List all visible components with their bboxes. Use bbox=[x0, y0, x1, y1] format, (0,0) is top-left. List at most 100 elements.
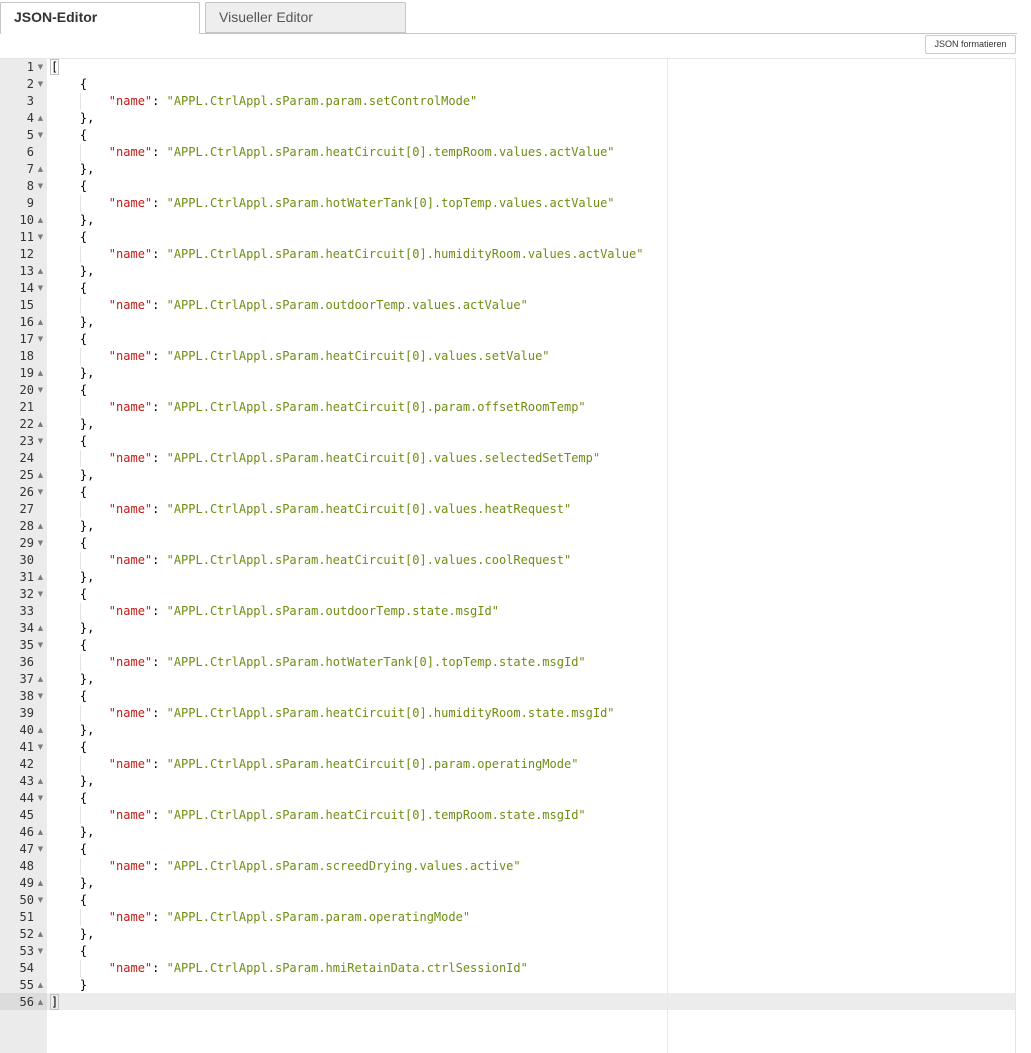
code-text: "name": "APPL.CtrlAppl.sParam.hotWaterTa… bbox=[51, 195, 615, 212]
fold-close-icon[interactable]: ▲ bbox=[36, 875, 45, 892]
fold-open-icon[interactable]: ▼ bbox=[36, 892, 45, 909]
fold-open-icon[interactable]: ▼ bbox=[36, 178, 45, 195]
indent-guide bbox=[53, 263, 54, 280]
fold-open-icon[interactable]: ▼ bbox=[36, 331, 45, 348]
fold-open-icon[interactable]: ▼ bbox=[36, 280, 45, 297]
fold-close-icon[interactable]: ▲ bbox=[36, 314, 45, 331]
code-text: }, bbox=[51, 417, 95, 431]
code-text: "name": "APPL.CtrlAppl.sParam.heatCircui… bbox=[51, 144, 615, 161]
indent-guide bbox=[53, 297, 54, 314]
fold-open-icon[interactable]: ▼ bbox=[36, 688, 45, 705]
code-text: "name": "APPL.CtrlAppl.sParam.hmiRetainD… bbox=[51, 960, 528, 977]
indent-guide bbox=[53, 518, 54, 535]
fold-close-icon[interactable]: ▲ bbox=[36, 671, 45, 688]
fold-open-icon[interactable]: ▼ bbox=[36, 484, 45, 501]
line-number: 5 bbox=[26, 128, 34, 142]
indent-guide bbox=[53, 484, 54, 501]
fold-close-icon[interactable]: ▲ bbox=[36, 824, 45, 841]
fold-close-icon[interactable]: ▲ bbox=[36, 926, 45, 943]
code-line: 12 "name": "APPL.CtrlAppl.sParam.heatCir… bbox=[0, 246, 1016, 263]
fold-close-icon[interactable]: ▲ bbox=[36, 773, 45, 790]
fold-close-icon[interactable]: ▲ bbox=[36, 977, 45, 994]
indent-guide bbox=[53, 314, 54, 331]
indent-guide bbox=[80, 246, 81, 263]
fold-close-icon[interactable]: ▲ bbox=[36, 518, 45, 535]
fold-close-icon[interactable]: ▲ bbox=[36, 994, 45, 1011]
indent-guide bbox=[53, 620, 54, 637]
fold-open-icon[interactable]: ▼ bbox=[36, 790, 45, 807]
code-text: "name": "APPL.CtrlAppl.sParam.heatCircui… bbox=[51, 756, 579, 773]
fold-close-icon[interactable]: ▲ bbox=[36, 722, 45, 739]
line-number: 28 bbox=[19, 519, 34, 533]
code-text: }, bbox=[51, 774, 95, 788]
json-key: "name" bbox=[108, 757, 153, 771]
code-line: 45 "name": "APPL.CtrlAppl.sParam.heatCir… bbox=[0, 807, 1016, 824]
code-line: 49 ▲ }, bbox=[0, 875, 1016, 892]
code-text: }, bbox=[51, 927, 95, 941]
fold-open-icon[interactable]: ▼ bbox=[36, 229, 45, 246]
fold-open-icon[interactable]: ▼ bbox=[36, 739, 45, 756]
fold-open-icon[interactable]: ▼ bbox=[36, 76, 45, 93]
indent-guide bbox=[53, 229, 54, 246]
code-line: 8 ▼ { bbox=[0, 178, 1016, 195]
code-text: { bbox=[51, 842, 88, 856]
json-string-value: "APPL.CtrlAppl.sParam.outdoorTemp.values… bbox=[166, 298, 528, 312]
tab-json-editor[interactable]: JSON-Editor bbox=[0, 2, 200, 34]
fold-close-icon[interactable]: ▲ bbox=[36, 569, 45, 586]
json-colon: : bbox=[152, 451, 167, 465]
line-number: 50 bbox=[19, 893, 34, 907]
line-number: 35 bbox=[19, 638, 34, 652]
code-line: 48 "name": "APPL.CtrlAppl.sParam.screedD… bbox=[0, 858, 1016, 875]
line-number: 37 bbox=[19, 672, 34, 686]
fold-open-icon[interactable]: ▼ bbox=[36, 127, 45, 144]
fold-close-icon[interactable]: ▲ bbox=[36, 416, 45, 433]
code-editor[interactable]: 1 ▼[2 ▼ {3 "name": "APPL.CtrlAppl.sParam.p… bbox=[0, 58, 1017, 1053]
fold-close-icon[interactable]: ▲ bbox=[36, 161, 45, 178]
code-text: { bbox=[51, 128, 88, 142]
line-number: 13 bbox=[19, 264, 34, 278]
fold-close-icon[interactable]: ▲ bbox=[36, 212, 45, 229]
line-number: 56 bbox=[19, 995, 34, 1009]
code-line: 37 ▲ }, bbox=[0, 671, 1016, 688]
tab-visual-editor[interactable]: Visueller Editor bbox=[205, 2, 406, 33]
code-line: 40 ▲ }, bbox=[0, 722, 1016, 739]
code-line: 35 ▼ { bbox=[0, 637, 1016, 654]
code-line: 39 "name": "APPL.CtrlAppl.sParam.heatCir… bbox=[0, 705, 1016, 722]
fold-open-icon[interactable]: ▼ bbox=[36, 586, 45, 603]
line-number: 30 bbox=[19, 553, 34, 567]
code-line: 38 ▼ { bbox=[0, 688, 1016, 705]
code-line: 25 ▲ }, bbox=[0, 467, 1016, 484]
json-key: "name" bbox=[108, 400, 153, 414]
fold-close-icon[interactable]: ▲ bbox=[36, 365, 45, 382]
fold-open-icon[interactable]: ▼ bbox=[36, 637, 45, 654]
fold-open-icon[interactable]: ▼ bbox=[36, 535, 45, 552]
indent-guide bbox=[53, 331, 54, 348]
fold-open-icon[interactable]: ▼ bbox=[36, 382, 45, 399]
code-line: 21 "name": "APPL.CtrlAppl.sParam.heatCir… bbox=[0, 399, 1016, 416]
json-string-value: "APPL.CtrlAppl.sParam.heatCircuit[0].hum… bbox=[166, 706, 615, 720]
code-line: 50 ▼ { bbox=[0, 892, 1016, 909]
line-number: 41 bbox=[19, 740, 34, 754]
line-number: 17 bbox=[19, 332, 34, 346]
code-text: { bbox=[51, 281, 88, 295]
fold-open-icon[interactable]: ▼ bbox=[36, 841, 45, 858]
fold-close-icon[interactable]: ▲ bbox=[36, 110, 45, 127]
indent-guide bbox=[53, 773, 54, 790]
code-line: 46 ▲ }, bbox=[0, 824, 1016, 841]
fold-close-icon[interactable]: ▲ bbox=[36, 620, 45, 637]
indent-guide bbox=[53, 722, 54, 739]
code-line: 23 ▼ { bbox=[0, 433, 1016, 450]
fold-open-icon[interactable]: ▼ bbox=[36, 943, 45, 960]
fold-open-icon[interactable]: ▼ bbox=[36, 433, 45, 450]
json-key: "name" bbox=[108, 247, 153, 261]
json-colon: : bbox=[152, 655, 167, 669]
format-json-button[interactable]: JSON formatieren bbox=[925, 35, 1016, 54]
fold-close-icon[interactable]: ▲ bbox=[36, 467, 45, 484]
indent-guide bbox=[80, 144, 81, 161]
code-text: } bbox=[51, 978, 88, 992]
line-number: 27 bbox=[19, 502, 34, 516]
fold-open-icon[interactable]: ▼ bbox=[36, 59, 45, 76]
indent-guide bbox=[53, 535, 54, 552]
json-string-value: "APPL.CtrlAppl.sParam.heatCircuit[0].hum… bbox=[166, 247, 644, 261]
fold-close-icon[interactable]: ▲ bbox=[36, 263, 45, 280]
